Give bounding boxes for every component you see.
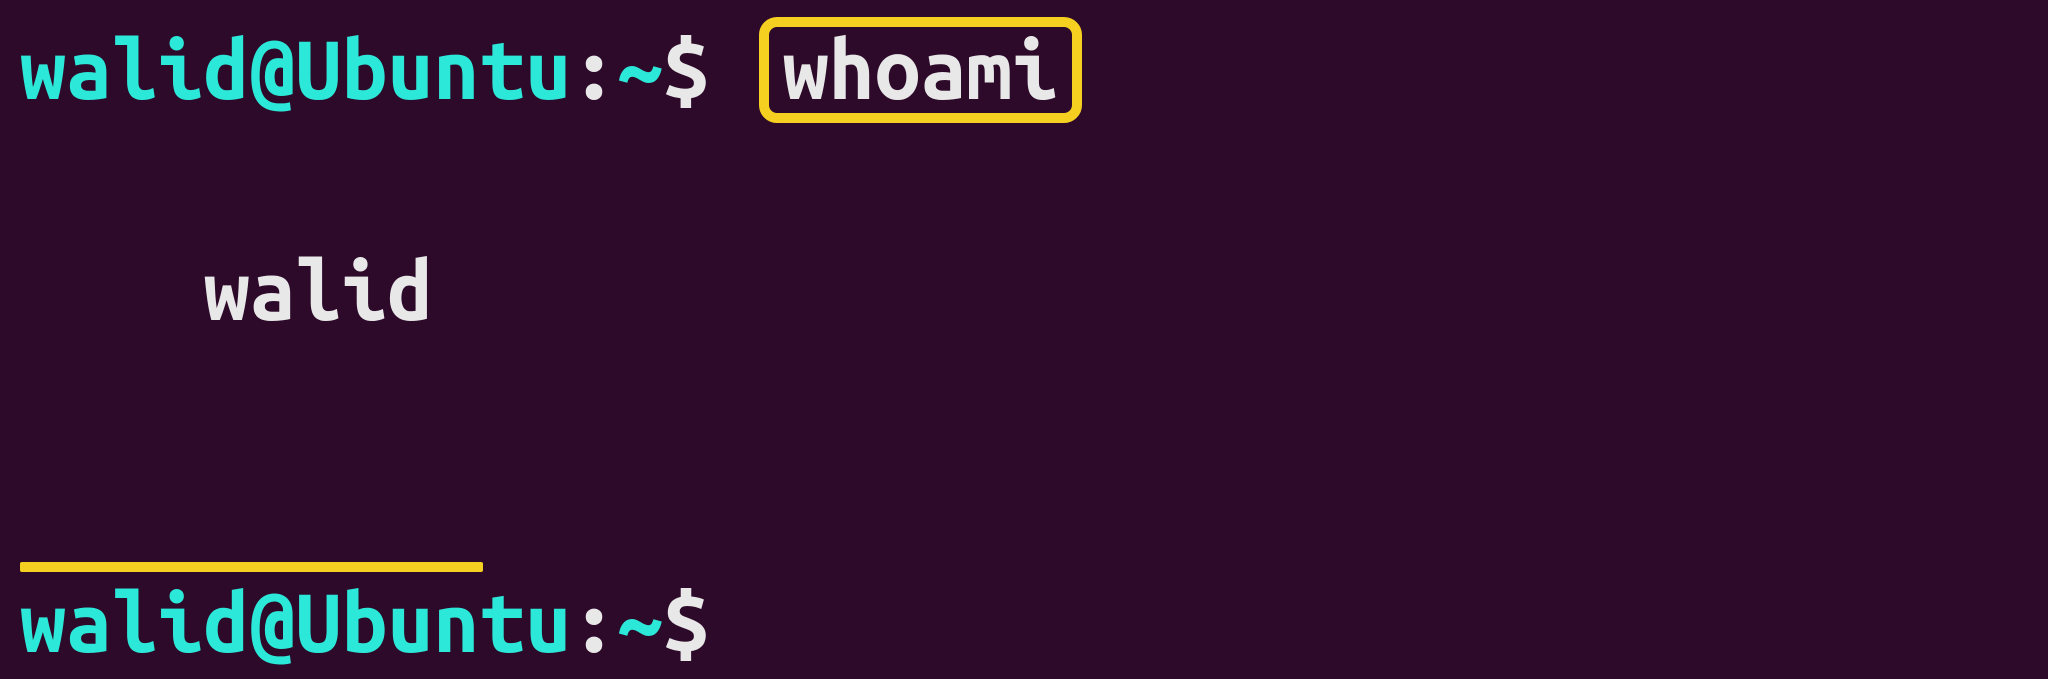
- terminal-line-3[interactable]: walid@Ubuntu:~$: [20, 568, 2028, 679]
- prompt-colon: :: [571, 15, 617, 126]
- command-highlight-box: whoami: [759, 17, 1083, 123]
- prompt-path: ~: [617, 15, 663, 126]
- terminal-line-1[interactable]: walid@Ubuntu:~$ whoami: [20, 15, 2028, 126]
- prompt-user-host: walid@Ubuntu: [20, 568, 571, 679]
- prompt-symbol: $: [663, 568, 709, 679]
- prompt-user-host: walid@Ubuntu: [20, 15, 571, 126]
- terminal-line-2: walid: [20, 126, 2028, 569]
- command-output: walid: [204, 245, 434, 336]
- prompt-space: [709, 15, 755, 126]
- prompt-symbol: $: [663, 15, 709, 126]
- prompt-path: ~: [617, 568, 663, 679]
- prompt-colon: :: [571, 568, 617, 679]
- output-wrapper: walid: [20, 126, 433, 569]
- prompt-space: [709, 568, 755, 679]
- command-text: whoami: [783, 24, 1059, 115]
- underline-annotation: [20, 562, 483, 572]
